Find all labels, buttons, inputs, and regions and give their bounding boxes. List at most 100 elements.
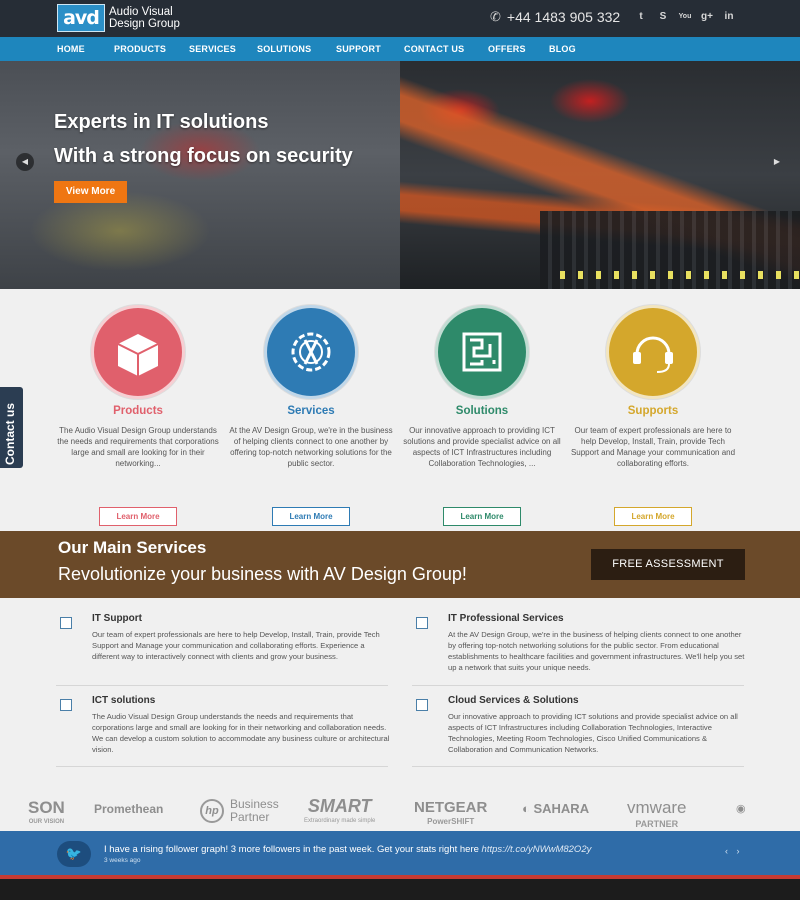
feature-description: Our team of expert professionals are her…	[570, 426, 736, 468]
nav-support[interactable]: SUPPORT	[336, 37, 381, 61]
twitter-bird-icon[interactable]: 🐦	[57, 841, 91, 867]
partner-logo[interactable]: SON OUR VISION	[28, 798, 65, 825]
tweet-text: I have a rising follower graph! 3 more f…	[104, 844, 591, 855]
service-check-icon	[416, 617, 428, 629]
service-title: IT Professional Services	[448, 613, 564, 624]
partner-name: NETGEAR	[414, 799, 488, 816]
hero-image-leds	[560, 271, 800, 279]
service-cloud: Cloud Services & Solutions Our innovativ…	[448, 695, 748, 755]
service-description: At the AV Design Group, we're in the bus…	[448, 630, 745, 672]
partner-logo[interactable]: Promethean	[94, 802, 163, 816]
social-links: t S You g+ in	[634, 10, 736, 24]
nav-offers[interactable]: OFFERS	[488, 37, 526, 61]
box-icon[interactable]	[91, 305, 185, 399]
twitter-icon[interactable]: t	[634, 10, 648, 24]
footer	[0, 879, 800, 900]
slider-next-icon[interactable]: ▶	[772, 156, 782, 168]
tweet-link[interactable]: https://t.co/yNWwM82O2y	[482, 844, 592, 855]
headset-icon[interactable]	[606, 305, 700, 399]
partner-name: SON	[28, 798, 65, 817]
phone-number[interactable]: ✆ +44 1483 905 332	[490, 9, 620, 25]
divider	[56, 685, 388, 686]
service-description: Our team of expert professionals are her…	[92, 630, 380, 661]
partner-sub: PARTNER	[635, 819, 679, 829]
gears-tools-icon[interactable]	[264, 305, 358, 399]
feature-supports: Supports Our team of expert professional…	[568, 305, 738, 526]
nav-contact-us[interactable]: CONTACT US	[404, 37, 464, 61]
logo-line-1: Audio Visual	[109, 6, 173, 18]
service-description: The Audio Visual Design Group understand…	[92, 712, 390, 754]
google-plus-icon[interactable]: g+	[700, 10, 714, 24]
youtube-icon[interactable]: You	[678, 10, 692, 24]
nav-blog[interactable]: BLOG	[549, 37, 576, 61]
nav-home[interactable]: HOME	[57, 37, 85, 61]
tweet-body: I have a rising follower graph! 3 more f…	[104, 844, 482, 855]
main-nav: HOME PRODUCTS SERVICES SOLUTIONS SUPPORT…	[0, 37, 800, 61]
divider	[56, 766, 388, 767]
service-title: Cloud Services & Solutions	[448, 695, 579, 706]
linkedin-icon[interactable]: in	[722, 10, 736, 24]
hero-heading-1: Experts in IT solutions	[54, 111, 269, 133]
hero-heading-2: With a strong focus on security	[54, 145, 353, 167]
sahara-icon: ◐	[522, 801, 534, 816]
partner-logo[interactable]: ◐ SAHARA	[522, 801, 589, 816]
learn-more-button[interactable]: Learn More	[614, 507, 692, 526]
partner-name: Business Partner	[230, 797, 279, 824]
partner-logo[interactable]: vmware PARTNER	[627, 798, 687, 829]
nav-services[interactable]: SERVICES	[189, 37, 236, 61]
partner-logo[interactable]: hp Business Partner	[200, 798, 286, 824]
logo-line-2: Design Group	[109, 18, 180, 30]
feature-description: At the AV Design Group, we're in the bus…	[229, 426, 393, 468]
learn-more-button[interactable]: Learn More	[99, 507, 177, 526]
service-it-support: IT Support Our team of expert profession…	[92, 613, 392, 662]
hero-slider	[0, 61, 800, 289]
logo-mark: avd	[57, 4, 105, 32]
partner-sub: Extraordinary made simple	[304, 818, 376, 824]
phone-text: +44 1483 905 332	[506, 9, 621, 25]
partner-name: vmware	[627, 798, 687, 817]
view-more-button[interactable]: View More	[54, 181, 127, 203]
service-it-professional: IT Professional Services At the AV Desig…	[448, 613, 748, 673]
service-check-icon	[416, 699, 428, 711]
partner-logo[interactable]: SMART Extraordinary made simple	[304, 796, 375, 824]
service-check-icon	[60, 617, 72, 629]
partner-name: SMART	[307, 796, 372, 816]
service-title: ICT solutions	[92, 695, 156, 706]
skype-icon[interactable]: S	[656, 10, 670, 24]
phone-icon: ✆	[490, 9, 501, 24]
contact-us-label: Contact us	[3, 402, 17, 465]
nav-solutions[interactable]: SOLUTIONS	[257, 37, 311, 61]
feature-services: Services At the AV Design Group, we're i…	[226, 305, 396, 526]
partner-sub: PowerSHIFT	[427, 817, 475, 826]
band-subtitle: Revolutionize your business with AV Desi…	[58, 564, 467, 584]
learn-more-button[interactable]: Learn More	[443, 507, 521, 526]
hp-logo-icon: hp	[200, 799, 224, 823]
service-ict-solutions: ICT solutions The Audio Visual Design Gr…	[92, 695, 392, 755]
service-check-icon	[60, 699, 72, 711]
free-assessment-button[interactable]: FREE ASSESSMENT	[591, 549, 745, 580]
tweet-nav-arrows[interactable]: ‹ ›	[725, 846, 743, 856]
band-title: Our Main Services	[58, 538, 207, 557]
contact-us-tab[interactable]: Contact us	[0, 387, 23, 468]
feature-title: Services	[287, 405, 335, 417]
partner-name: Promethean	[94, 802, 164, 816]
logo[interactable]: avd Audio Visual Design Group	[57, 4, 180, 32]
maze-icon[interactable]	[435, 305, 529, 399]
logo-text: Audio Visual Design Group	[109, 6, 180, 30]
feature-solutions: Solutions Our innovative approach to pro…	[397, 305, 567, 526]
microsoft-partner-icon: ◉	[736, 803, 746, 815]
slider-prev-icon[interactable]: ◀	[16, 153, 34, 171]
tweet-time: 3 weeks ago	[104, 857, 141, 864]
partner-name: SAHARA	[533, 801, 590, 816]
nav-products[interactable]: PRODUCTS	[114, 37, 166, 61]
divider	[412, 685, 744, 686]
feature-title: Products	[113, 405, 163, 417]
partner-logo-partial[interactable]: ◉	[736, 802, 746, 815]
service-title: IT Support	[92, 613, 142, 624]
partner-logo[interactable]: NETGEAR PowerSHIFT	[414, 799, 487, 826]
feature-title: Solutions	[455, 405, 509, 417]
feature-title: Supports	[627, 405, 679, 417]
feature-description: Our innovative approach to providing ICT…	[403, 426, 561, 468]
feature-products: Products The Audio Visual Design Group u…	[53, 305, 223, 526]
learn-more-button[interactable]: Learn More	[272, 507, 350, 526]
